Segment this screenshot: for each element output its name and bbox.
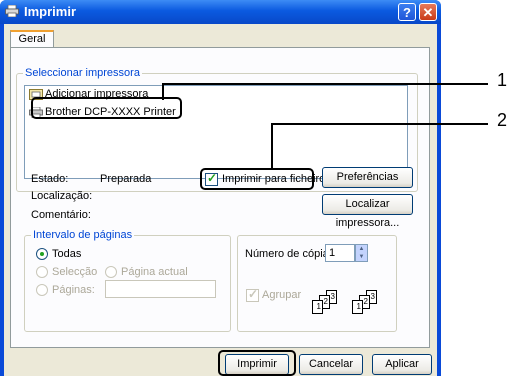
- callout-line-1: [162, 83, 488, 100]
- callout-number-2: 2: [497, 110, 508, 130]
- callout-lines: [162, 83, 488, 170]
- callout-line-2: [271, 123, 488, 170]
- callout-number-1: 1: [497, 70, 508, 90]
